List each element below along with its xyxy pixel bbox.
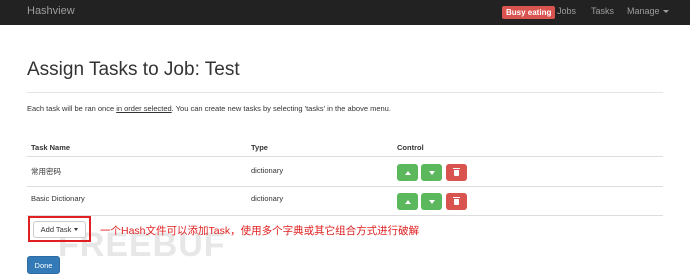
nav-tasks[interactable]: Tasks [591, 6, 614, 16]
chevron-up-icon [404, 199, 411, 204]
move-down-button[interactable] [421, 164, 442, 181]
task-name-cell: Basic Dictionary [31, 194, 85, 203]
description-emphasis: in order selected [116, 104, 172, 113]
page-title: Assign Tasks to Job: Test [27, 59, 240, 80]
brand-link[interactable]: Hashview [27, 5, 75, 17]
caret-down-icon [74, 228, 79, 231]
status-badge: Busy eating [502, 6, 556, 19]
task-name-cell: 常用密码 [31, 167, 61, 176]
chevron-up-icon [404, 170, 411, 175]
nav-manage-dropdown[interactable]: Manage [627, 6, 669, 16]
description-text-after: . You can create new tasks by selecting … [171, 104, 391, 113]
add-task-label: Add Task [40, 225, 72, 234]
row-divider [27, 215, 663, 216]
done-button[interactable]: Done [27, 256, 60, 274]
move-up-button[interactable] [397, 164, 418, 181]
column-header-type: Type [251, 143, 268, 152]
delete-task-button[interactable] [446, 193, 467, 210]
annotation-text: 一个Hash文件可以添加Task，使用多个字典或其它组合方式进行破解 [100, 225, 420, 237]
column-header-task-name: Task Name [31, 143, 71, 152]
caret-down-icon [662, 10, 669, 14]
divider [27, 92, 663, 93]
delete-task-button[interactable] [446, 164, 467, 181]
trash-icon [453, 197, 460, 205]
nav-manage-label: Manage [627, 6, 660, 16]
row-divider [27, 186, 663, 187]
table-header-divider [27, 156, 663, 157]
chevron-down-icon [428, 170, 435, 175]
task-type-cell: dictionary [251, 166, 284, 175]
move-up-button[interactable] [397, 193, 418, 210]
nav-jobs[interactable]: Jobs [557, 6, 576, 16]
description-text-before: Each task will be ran once [27, 104, 117, 113]
add-task-dropdown-button[interactable]: Add Task [33, 221, 86, 238]
move-down-button[interactable] [421, 193, 442, 210]
column-header-control: Control [397, 143, 424, 152]
page-description: Each task will be ran once in order sele… [27, 104, 391, 113]
chevron-down-icon [428, 199, 435, 204]
navbar: Hashview Busy eating Jobs Tasks Manage [0, 0, 690, 25]
task-type-cell: dictionary [251, 194, 284, 203]
trash-icon [453, 168, 460, 176]
